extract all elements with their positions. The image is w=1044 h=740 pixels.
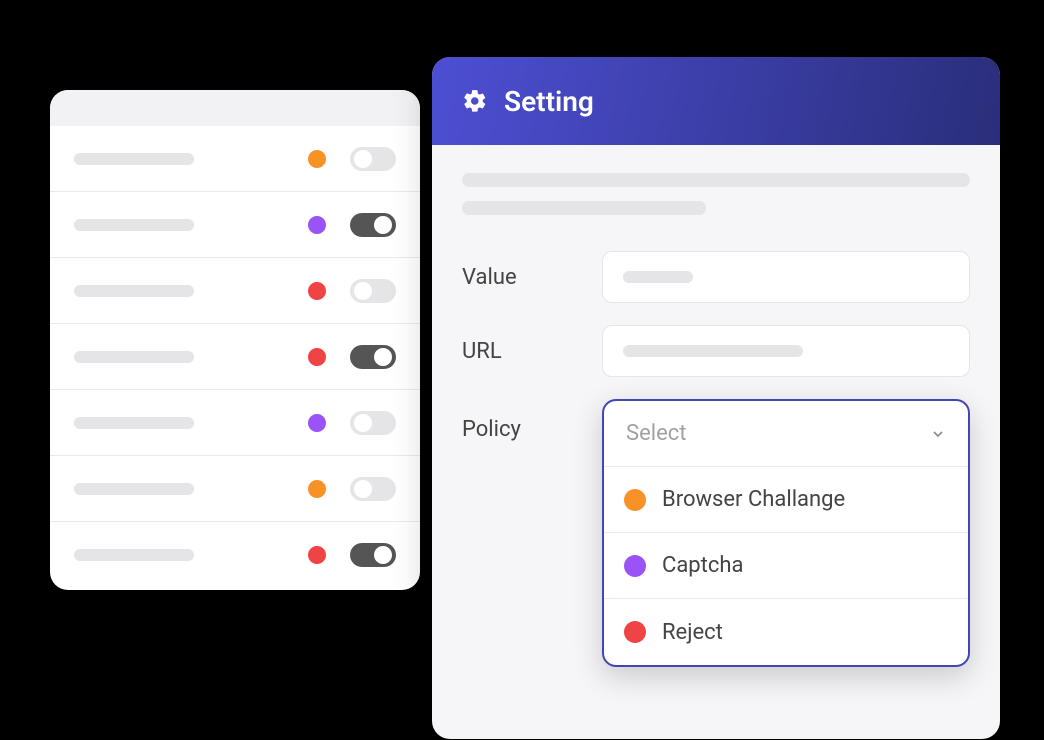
policy-dropdown[interactable]: Select Browser Challange Captcha — [602, 399, 970, 667]
rule-label-placeholder — [74, 219, 194, 231]
setting-body: Value URL Policy Select — [432, 145, 1000, 739]
rule-toggle[interactable] — [350, 543, 396, 567]
rule-label-placeholder — [74, 285, 194, 297]
rule-toggle[interactable] — [350, 279, 396, 303]
option-dot-red — [624, 621, 646, 643]
policy-field-row: Policy Select Browser Challange — [462, 399, 970, 667]
policy-option-reject[interactable]: Reject — [604, 599, 968, 665]
setting-title: Setting — [504, 85, 594, 118]
rule-row[interactable] — [50, 258, 420, 324]
rule-status-dot — [308, 150, 326, 168]
rule-status-dot — [308, 414, 326, 432]
policy-dropdown-box: Select Browser Challange Captcha — [602, 399, 970, 667]
value-input-placeholder — [623, 271, 693, 283]
policy-option-captcha[interactable]: Captcha — [604, 533, 968, 599]
rule-toggle[interactable] — [350, 411, 396, 435]
policy-option-browser-challenge[interactable]: Browser Challange — [604, 467, 968, 533]
rule-status-dot — [308, 546, 326, 564]
rule-status-dot — [308, 216, 326, 234]
rules-list-card — [50, 90, 420, 590]
rules-list-header — [50, 90, 420, 126]
rule-toggle[interactable] — [350, 345, 396, 369]
url-field-row: URL — [462, 325, 970, 377]
description-placeholder — [462, 173, 970, 187]
rule-status-dot — [308, 348, 326, 366]
rule-row[interactable] — [50, 390, 420, 456]
rule-label-placeholder — [74, 417, 194, 429]
rule-status-dot — [308, 282, 326, 300]
rule-label-placeholder — [74, 549, 194, 561]
description-placeholder — [462, 201, 706, 215]
option-label: Captcha — [662, 553, 743, 578]
rule-toggle[interactable] — [350, 477, 396, 501]
rule-label-placeholder — [74, 483, 194, 495]
url-input[interactable] — [602, 325, 970, 377]
rule-row[interactable] — [50, 324, 420, 390]
rule-row[interactable] — [50, 192, 420, 258]
rule-label-placeholder — [74, 351, 194, 363]
rule-row[interactable] — [50, 456, 420, 522]
rule-toggle[interactable] — [350, 147, 396, 171]
chevron-down-icon — [930, 426, 946, 442]
value-field-row: Value — [462, 251, 970, 303]
option-dot-orange — [624, 489, 646, 511]
value-input[interactable] — [602, 251, 970, 303]
rule-toggle[interactable] — [350, 213, 396, 237]
value-label: Value — [462, 265, 602, 290]
rule-status-dot — [308, 480, 326, 498]
policy-dropdown-placeholder: Select — [626, 421, 686, 446]
policy-dropdown-trigger[interactable]: Select — [604, 401, 968, 467]
setting-header: Setting — [432, 57, 1000, 145]
option-label: Browser Challange — [662, 487, 845, 512]
option-dot-purple — [624, 555, 646, 577]
option-label: Reject — [662, 620, 723, 645]
policy-label: Policy — [462, 399, 602, 442]
url-input-placeholder — [623, 345, 803, 357]
gear-icon — [462, 88, 488, 114]
url-label: URL — [462, 339, 602, 364]
rule-row[interactable] — [50, 522, 420, 588]
rule-label-placeholder — [74, 153, 194, 165]
rule-row[interactable] — [50, 126, 420, 192]
setting-panel: Setting Value URL Policy Select — [432, 57, 1000, 739]
